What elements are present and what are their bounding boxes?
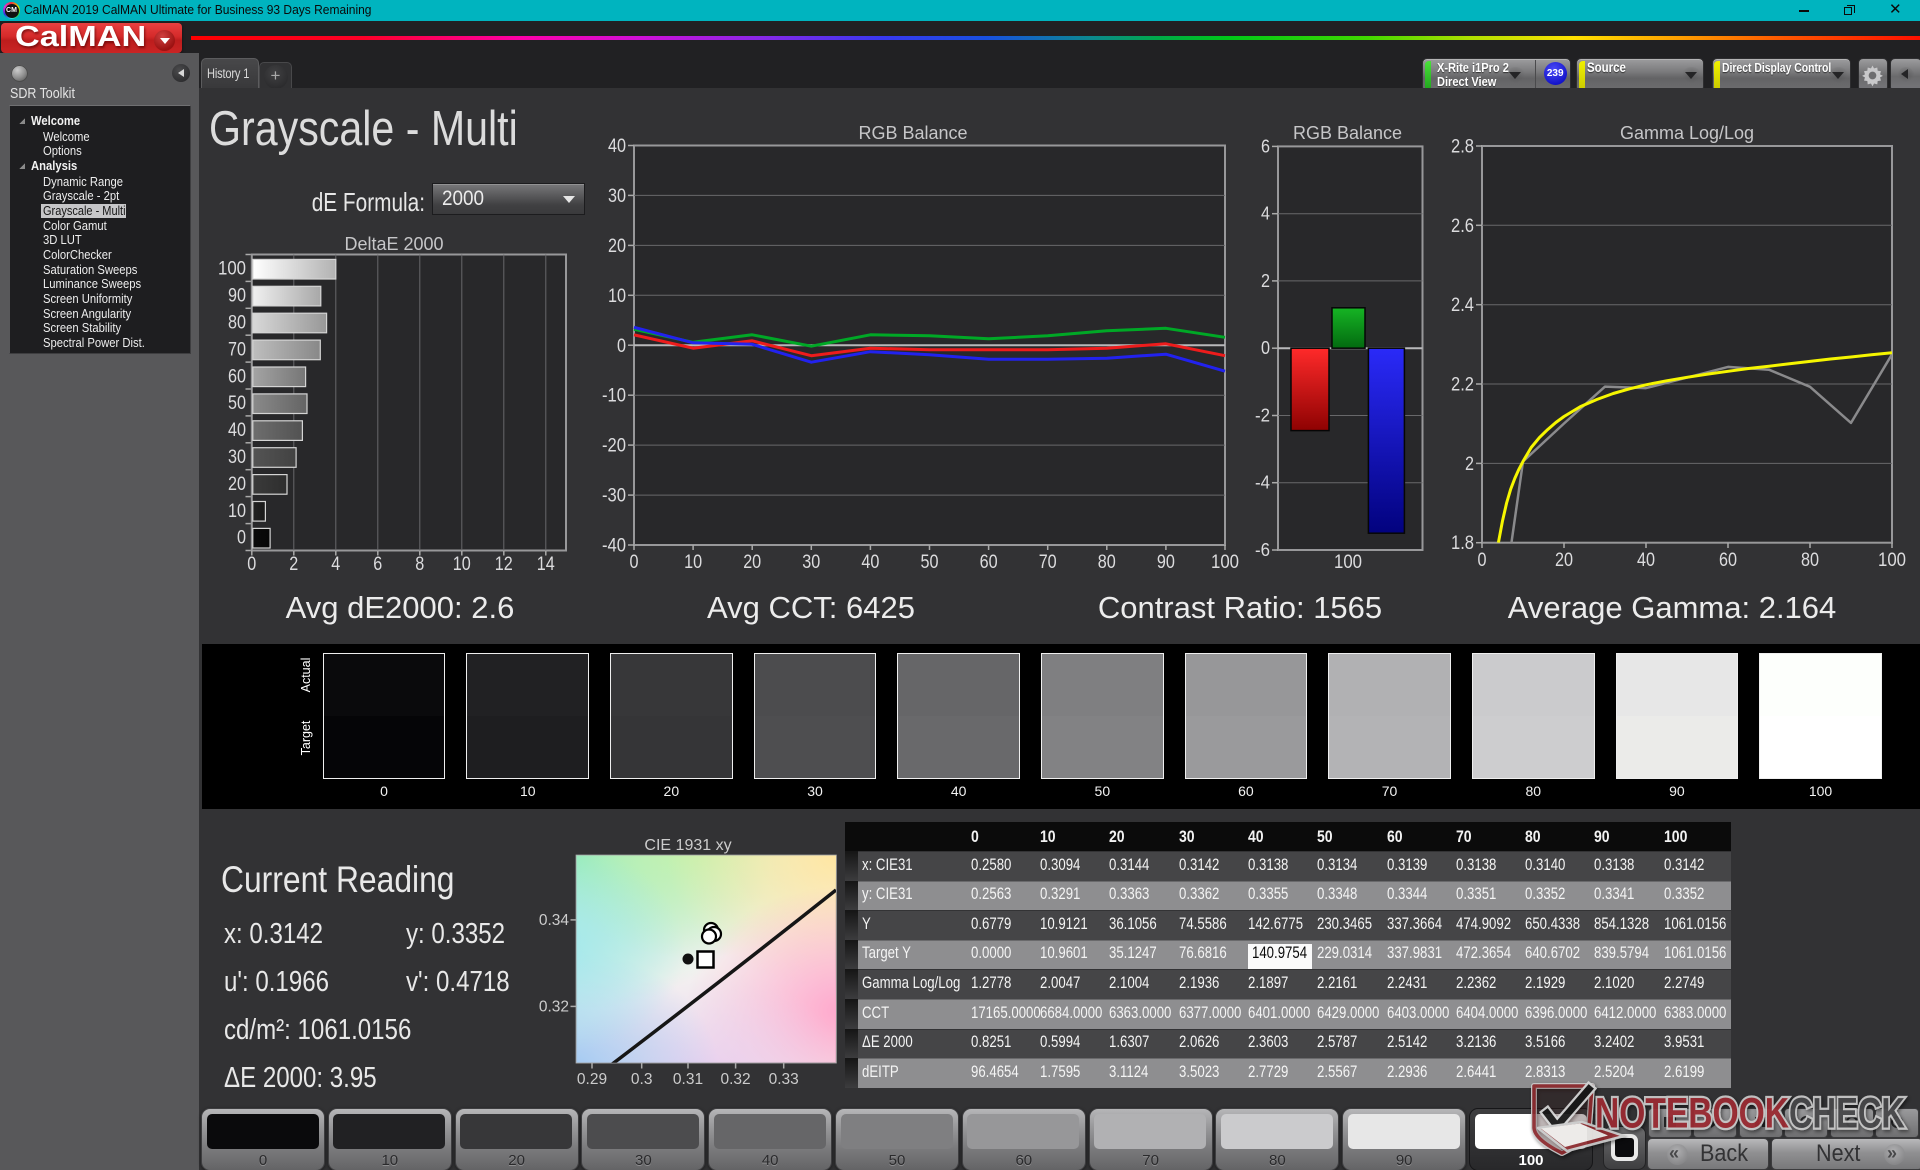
svg-text:1.8: 1.8 bbox=[1451, 533, 1474, 554]
svg-text:0.33: 0.33 bbox=[769, 1071, 799, 1088]
svg-text:0: 0 bbox=[1261, 338, 1270, 358]
svg-text:10: 10 bbox=[608, 286, 626, 307]
svg-text:40: 40 bbox=[608, 136, 626, 157]
svg-text:100: 100 bbox=[1334, 552, 1362, 573]
svg-text:0: 0 bbox=[1478, 550, 1487, 571]
svg-text:0.34: 0.34 bbox=[539, 912, 570, 929]
svg-text:100: 100 bbox=[1878, 550, 1906, 571]
svg-text:2: 2 bbox=[1261, 271, 1270, 291]
svg-text:-40: -40 bbox=[602, 536, 626, 557]
svg-text:70: 70 bbox=[1039, 552, 1057, 573]
svg-text:RGB Balance: RGB Balance bbox=[858, 123, 967, 143]
svg-text:30: 30 bbox=[228, 447, 246, 468]
svg-text:8: 8 bbox=[415, 554, 424, 575]
svg-text:30: 30 bbox=[608, 186, 626, 207]
svg-text:60: 60 bbox=[228, 366, 246, 387]
svg-text:100: 100 bbox=[218, 259, 246, 280]
svg-text:0: 0 bbox=[237, 528, 246, 549]
svg-text:80: 80 bbox=[1801, 550, 1819, 571]
svg-text:-10: -10 bbox=[602, 386, 626, 407]
svg-text:4: 4 bbox=[1261, 204, 1270, 224]
svg-text:0: 0 bbox=[617, 336, 626, 357]
svg-text:20: 20 bbox=[1555, 550, 1573, 571]
svg-text:0: 0 bbox=[630, 552, 639, 573]
svg-text:-30: -30 bbox=[602, 486, 626, 507]
svg-text:80: 80 bbox=[1098, 552, 1116, 573]
svg-text:50: 50 bbox=[921, 552, 939, 573]
svg-text:40: 40 bbox=[228, 420, 246, 441]
svg-text:0.31: 0.31 bbox=[673, 1071, 703, 1088]
svg-text:RGB Balance: RGB Balance bbox=[1293, 123, 1402, 143]
svg-text:20: 20 bbox=[608, 236, 626, 257]
svg-text:10: 10 bbox=[684, 552, 702, 573]
svg-text:0: 0 bbox=[247, 554, 256, 575]
svg-text:90: 90 bbox=[1157, 552, 1175, 573]
svg-text:10: 10 bbox=[228, 501, 246, 522]
svg-text:20: 20 bbox=[743, 552, 761, 573]
svg-text:40: 40 bbox=[1637, 550, 1655, 571]
svg-text:90: 90 bbox=[228, 286, 246, 307]
svg-text:70: 70 bbox=[228, 339, 246, 360]
svg-text:CIE 1931 xy: CIE 1931 xy bbox=[644, 838, 731, 854]
svg-text:-6: -6 bbox=[1255, 540, 1270, 560]
svg-text:80: 80 bbox=[228, 313, 246, 334]
svg-text:100: 100 bbox=[1211, 552, 1239, 573]
svg-text:DeltaE 2000: DeltaE 2000 bbox=[344, 234, 443, 254]
svg-text:0.32: 0.32 bbox=[721, 1071, 751, 1088]
svg-text:2.8: 2.8 bbox=[1451, 137, 1474, 158]
svg-text:12: 12 bbox=[495, 554, 513, 575]
svg-text:50: 50 bbox=[228, 393, 246, 414]
svg-text:Gamma Log/Log: Gamma Log/Log bbox=[1620, 123, 1754, 143]
svg-text:20: 20 bbox=[228, 474, 246, 495]
svg-text:-2: -2 bbox=[1255, 406, 1270, 426]
svg-text:60: 60 bbox=[980, 552, 998, 573]
svg-text:2: 2 bbox=[1465, 454, 1474, 475]
svg-text:4: 4 bbox=[331, 554, 340, 575]
svg-text:CHECK: CHECK bbox=[1789, 1090, 1905, 1138]
svg-text:0.3: 0.3 bbox=[631, 1071, 653, 1088]
svg-text:0.29: 0.29 bbox=[577, 1071, 607, 1088]
svg-text:40: 40 bbox=[861, 552, 879, 573]
svg-text:2.4: 2.4 bbox=[1451, 295, 1474, 316]
svg-text:2: 2 bbox=[289, 554, 298, 575]
svg-text:30: 30 bbox=[802, 552, 820, 573]
svg-text:0.32: 0.32 bbox=[539, 999, 569, 1016]
svg-text:2.2: 2.2 bbox=[1451, 375, 1474, 396]
svg-text:-4: -4 bbox=[1255, 473, 1270, 493]
svg-text:-20: -20 bbox=[602, 436, 626, 457]
svg-text:NOTEBOOK: NOTEBOOK bbox=[1595, 1090, 1789, 1138]
svg-text:6: 6 bbox=[1261, 136, 1270, 156]
svg-text:60: 60 bbox=[1719, 550, 1737, 571]
svg-text:10: 10 bbox=[453, 554, 471, 575]
svg-text:14: 14 bbox=[537, 554, 555, 575]
svg-text:6: 6 bbox=[373, 554, 382, 575]
svg-text:2.6: 2.6 bbox=[1451, 216, 1474, 237]
